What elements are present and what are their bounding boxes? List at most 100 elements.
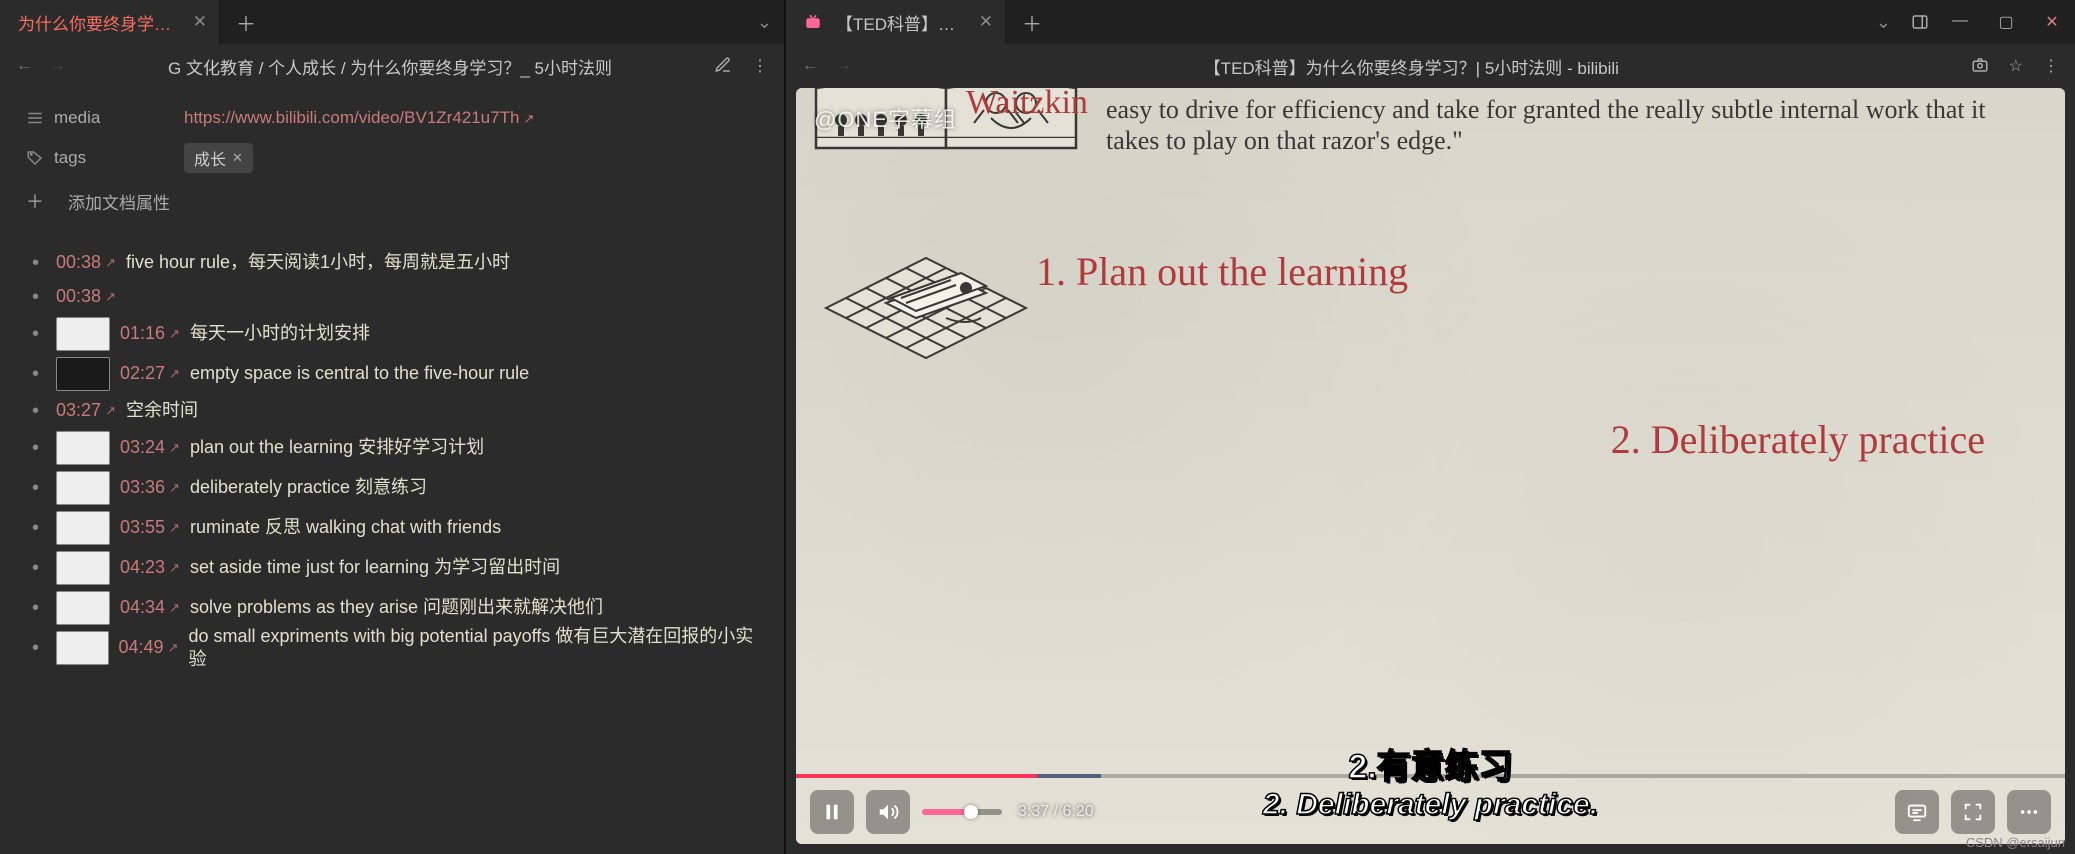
close-icon[interactable]: ✕ (193, 12, 207, 32)
note-thumbnail[interactable] (56, 357, 110, 391)
media-link[interactable]: https://www.bilibili.com/video/BV1Zr421u… (184, 108, 534, 127)
prop-tags-row: tags 成长 ✕ (26, 138, 758, 178)
timestamp-link[interactable]: 04:23↗ (120, 556, 180, 579)
note-thumbnail[interactable] (56, 591, 110, 625)
note-text: ruminate 反思 walking chat with friends (190, 516, 501, 539)
bullet-icon: • (26, 558, 46, 578)
note-text: set aside time just for learning 为学习留出时间 (190, 556, 560, 579)
external-link-icon: ↗ (105, 289, 116, 306)
note-text: deliberately practice 刻意练习 (190, 476, 427, 499)
timestamp-link[interactable]: 03:55↗ (120, 516, 180, 539)
prop-tags-label: tags (54, 148, 184, 168)
nav-forward-icon[interactable]: → (50, 57, 66, 75)
timestamp-note: •02:27↗ empty space is central to the fi… (26, 354, 758, 394)
nav-forward-icon[interactable]: → (836, 57, 852, 75)
note-thumbnail[interactable] (56, 511, 110, 545)
bullet-icon: • (26, 438, 46, 458)
video-more-button[interactable] (2007, 790, 2051, 834)
bullet-icon: • (26, 478, 46, 498)
tag-remove-icon[interactable]: ✕ (232, 150, 243, 166)
page-title: 【TED科普】为什么你要终身学习？| 5小时法则 - bilibili (868, 54, 1955, 79)
left-toolbar: ← → G 文化教育 / 个人成长 / 为什么你要终身学习？_ 5小时法则 ⋮ (0, 44, 784, 88)
timestamp-note: •04:49↗ do small expriments with big pot… (26, 628, 758, 668)
more-icon[interactable]: ⋮ (752, 56, 768, 76)
maximize-button[interactable]: ▢ (1983, 12, 2029, 32)
timestamp-note: • 04:23↗ set aside time just for learning… (26, 548, 758, 588)
note-text: empty space is central to the five-hour … (190, 362, 529, 385)
media-icon (26, 109, 54, 127)
new-tab-button[interactable]: ＋ (1006, 8, 1058, 37)
timestamp-link[interactable]: 03:27↗ (56, 399, 116, 422)
timestamp-notes-list: •00:38↗ five hour rule，每天阅读1小时，每周就是五小时•0… (26, 246, 758, 668)
nav-back-icon[interactable]: ← (16, 57, 32, 75)
video-heading-1: 1. Plan out the learning (1036, 248, 1408, 295)
external-link-icon: ↗ (105, 403, 116, 420)
video-progress[interactable] (796, 774, 2065, 778)
prop-media-row: media https://www.bilibili.com/video/BV1… (26, 98, 758, 138)
timestamp-note: • 00:38↗ five hour rule，每天阅读1小时，每周就是五小时 (26, 246, 758, 280)
external-link-icon: ↗ (105, 255, 116, 272)
timestamp-note: • 04:34↗ solve problems as they arise 问题刚… (26, 588, 758, 628)
bullet-icon: • (26, 287, 46, 307)
timestamp-link[interactable]: 03:36↗ (120, 476, 180, 499)
timestamp-link[interactable]: 00:38↗ (56, 285, 116, 308)
close-icon[interactable]: ✕ (979, 12, 993, 32)
external-link-icon: ↗ (169, 560, 180, 577)
tabs-dropdown-icon[interactable]: ⌄ (745, 12, 784, 33)
bullet-icon: • (26, 598, 46, 618)
volume-slider[interactable] (922, 809, 1002, 815)
note-thumbnail[interactable] (56, 631, 109, 665)
minimize-button[interactable]: — (1937, 12, 1983, 32)
nav-back-icon[interactable]: ← (802, 57, 818, 75)
note-text: plan out the learning 安排好学习计划 (190, 436, 484, 459)
note-thumbnail[interactable] (56, 317, 110, 351)
more-icon[interactable]: ⋮ (2043, 56, 2059, 76)
note-text: solve problems as they arise 问题刚出来就解决他们 (190, 596, 603, 619)
right-tab-active[interactable]: 【TED科普】为什么你… ✕ (786, 0, 1006, 44)
bilibili-icon (804, 13, 822, 31)
external-link-icon: ↗ (169, 366, 180, 383)
left-tab-active[interactable]: 为什么你要终身学习？_ 5… ✕ (0, 0, 220, 44)
edit-icon[interactable] (714, 56, 732, 76)
timestamp-link[interactable]: 02:27↗ (120, 362, 180, 385)
video-controls: 3:37 / 6:20 (796, 780, 2065, 844)
note-thumbnail[interactable] (56, 471, 110, 505)
external-link-icon: ↗ (169, 480, 180, 497)
timestamp-link[interactable]: 04:49↗ (119, 636, 179, 659)
timestamp-link[interactable]: 00:38↗ (56, 251, 116, 274)
external-link-icon: ↗ (168, 640, 179, 657)
danmaku-button[interactable] (1895, 790, 1939, 834)
video-pane: 【TED科普】为什么你… ✕ ＋ ⌄ — ▢ ✕ ← → 【TED科普】为什么你… (786, 0, 2075, 854)
note-text: 每天一小时的计划安排 (190, 322, 370, 345)
timestamp-link[interactable]: 04:34↗ (120, 596, 180, 619)
note-text: five hour rule，每天阅读1小时，每周就是五小时 (126, 251, 510, 274)
breadcrumb[interactable]: G 文化教育 / 个人成长 / 为什么你要终身学习？_ 5小时法则 (82, 54, 698, 79)
note-thumbnail[interactable] (56, 551, 110, 585)
note-text: do small expriments with big potential p… (188, 625, 758, 672)
bullet-icon: • (26, 253, 46, 273)
add-property-button[interactable]: ＋ 添加文档属性 (26, 188, 758, 214)
timestamp-link[interactable]: 01:16↗ (120, 322, 180, 345)
bullet-icon: • (26, 518, 46, 538)
fullscreen-button[interactable] (1951, 790, 1995, 834)
video-player[interactable]: @ONE字幕组 (796, 88, 2065, 844)
volume-button[interactable] (866, 790, 910, 834)
left-tabstrip: 为什么你要终身学习？_ 5… ✕ ＋ ⌄ (0, 0, 784, 44)
video-quote: easy to drive for efficiency and take fo… (1106, 94, 2035, 156)
bookmark-icon[interactable]: ☆ (2009, 56, 2023, 76)
panel-layout-icon[interactable] (1903, 13, 1937, 31)
screenshot-icon[interactable] (1971, 56, 1989, 76)
tabs-dropdown-icon[interactable]: ⌄ (1864, 12, 1903, 33)
note-thumbnail[interactable] (56, 431, 110, 465)
pause-button[interactable] (810, 790, 854, 834)
note-content: media https://www.bilibili.com/video/BV1… (0, 88, 784, 854)
prop-media-label: media (54, 108, 184, 128)
timestamp-link[interactable]: 03:24↗ (120, 436, 180, 459)
bullet-icon: • (26, 638, 46, 658)
tag-chip[interactable]: 成长 ✕ (184, 143, 253, 173)
bullet-icon: • (26, 324, 46, 344)
notes-pane: 为什么你要终身学习？_ 5… ✕ ＋ ⌄ ← → G 文化教育 / 个人成长 /… (0, 0, 786, 854)
close-window-button[interactable]: ✕ (2029, 12, 2075, 32)
new-tab-button[interactable]: ＋ (220, 8, 272, 37)
external-link-icon: ↗ (523, 111, 534, 126)
